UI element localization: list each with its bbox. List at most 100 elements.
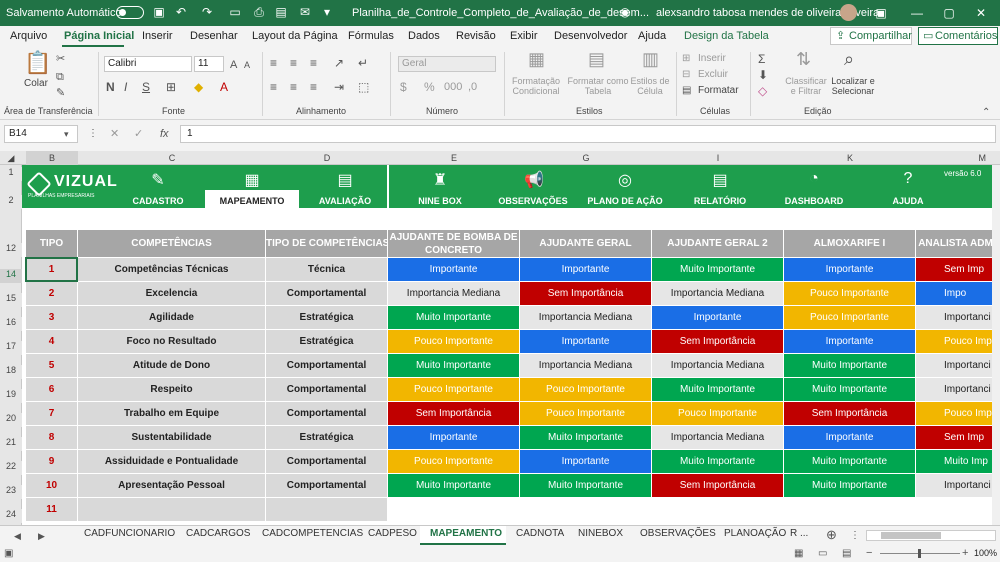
column-header-g[interactable]: G	[520, 151, 652, 165]
competency-cell[interactable]: Foco no Resultado	[78, 330, 266, 354]
column-header-d[interactable]: D	[266, 151, 388, 165]
collapse-ribbon-icon[interactable]: ⌃	[982, 106, 990, 120]
row-header-14[interactable]: 14	[0, 269, 22, 283]
zoom-slider-thumb[interactable]	[918, 549, 921, 558]
rating-cell[interactable]: Importante	[520, 258, 652, 282]
competency-type-cell[interactable]: Comportamental	[266, 354, 388, 378]
competency-cell[interactable]	[78, 498, 266, 522]
grow-font-icon[interactable]: A	[230, 58, 237, 72]
rating-cell[interactable]: Importancia Mediana	[520, 354, 652, 378]
rating-cell[interactable]: Sem Imp	[916, 426, 992, 450]
rating-cell[interactable]: Importante	[784, 330, 916, 354]
tipo-cell[interactable]: 9	[26, 450, 78, 474]
rating-cell[interactable]: Importante	[388, 426, 520, 450]
font-color-icon[interactable]: A	[220, 80, 228, 94]
copy-icon[interactable]: ⧉	[56, 70, 64, 84]
nav-plano-acao[interactable]: ◎ PLANO DE AÇÃO	[584, 165, 666, 208]
next-sheet-icon[interactable]: ▶	[38, 529, 45, 543]
rating-cell[interactable]: Importancia Mediana	[652, 282, 784, 306]
tipo-cell[interactable]: 3	[26, 306, 78, 330]
header-cell[interactable]: ALMOXARIFE I	[784, 230, 916, 258]
align-center-icon[interactable]: ≡	[290, 80, 297, 94]
sheet-tab-active[interactable]: MAPEAMENTO	[430, 528, 502, 539]
row-header-12[interactable]: 12	[0, 243, 22, 257]
nav-avaliacao[interactable]: ▤ AVALIAÇÃO	[305, 165, 385, 208]
insert-icon[interactable]: ⊞	[682, 52, 690, 66]
sheet-tab[interactable]: CADPESO	[368, 528, 417, 539]
scroll-thumb[interactable]	[881, 532, 941, 539]
competency-cell[interactable]: Agilidade	[78, 306, 266, 330]
rating-cell[interactable]	[916, 498, 992, 522]
tipo-cell[interactable]: 10	[26, 474, 78, 498]
sheet-tab[interactable]: NINEBOX	[578, 528, 623, 539]
delete-label[interactable]: Excluir	[698, 69, 728, 80]
rating-cell[interactable]	[652, 498, 784, 522]
fill-color-icon[interactable]: ◆	[194, 80, 203, 94]
autosave-toggle[interactable]	[116, 6, 144, 19]
menu-design-tabela[interactable]: Design da Tabela	[684, 30, 769, 42]
sheet-tab[interactable]: OBSERVAÇÕES	[640, 528, 716, 539]
rating-cell[interactable]: Sem Imp	[916, 258, 992, 282]
rating-cell[interactable]: Pouco Importante	[520, 378, 652, 402]
competency-type-cell[interactable]: Comportamental	[266, 450, 388, 474]
menu-desenhar[interactable]: Desenhar	[190, 30, 238, 42]
tipo-cell[interactable]: 2	[26, 282, 78, 306]
competency-type-cell[interactable]: Técnica	[266, 258, 388, 282]
competency-cell[interactable]: Assiduidade e Pontualidade	[78, 450, 266, 474]
rating-cell[interactable]: Sem Importância	[784, 402, 916, 426]
row-header-1[interactable]: 1	[0, 167, 22, 181]
cut-icon[interactable]: ✂	[56, 52, 65, 66]
conditional-format-label[interactable]: Formatação Condicional	[510, 76, 562, 96]
rating-cell[interactable]: Pouco Imp	[916, 402, 992, 426]
number-format-select[interactable]: Geral	[398, 56, 496, 72]
menu-desenvolvedor[interactable]: Desenvolvedor	[554, 30, 627, 42]
competency-cell[interactable]: Sustentabilidade	[78, 426, 266, 450]
rating-cell[interactable]: Importante	[388, 258, 520, 282]
rating-cell[interactable]: Importante	[520, 330, 652, 354]
tipo-cell[interactable]: 11	[26, 498, 78, 522]
rating-cell[interactable]: Muito Importante	[388, 354, 520, 378]
competency-cell[interactable]: Apresentação Pessoal	[78, 474, 266, 498]
nav-observacoes[interactable]: 📢 OBSERVAÇÕES	[492, 165, 574, 208]
column-header-b[interactable]: B	[26, 151, 78, 165]
add-sheet-icon[interactable]: ⊕	[826, 528, 837, 542]
competency-cell[interactable]: Respeito	[78, 378, 266, 402]
decimal-icon[interactable]: ,0	[468, 80, 477, 94]
rating-cell[interactable]: Muito Importante	[520, 426, 652, 450]
competency-type-cell[interactable]: Comportamental	[266, 282, 388, 306]
sheet-tab[interactable]: CADCARGOS	[186, 528, 250, 539]
conditional-format-icon[interactable]: ▦	[528, 50, 545, 68]
header-cell[interactable]: AJUDANTE GERAL 2	[652, 230, 784, 258]
ribbon-display-icon[interactable]: ▣	[866, 3, 896, 23]
column-header-k[interactable]: K	[784, 151, 916, 165]
sort-filter-label[interactable]: Classificar e Filtrar	[784, 76, 828, 96]
competency-cell[interactable]: Excelencia	[78, 282, 266, 306]
column-header-e[interactable]: E	[388, 151, 520, 165]
menu-dados[interactable]: Dados	[408, 30, 440, 42]
rating-cell[interactable]: Pouco Importante	[520, 402, 652, 426]
undo-icon[interactable]: ↶	[174, 5, 188, 19]
rating-cell[interactable]: Muito Importante	[784, 354, 916, 378]
sheet-tab[interactable]: CADNOTA	[516, 528, 564, 539]
align-left-icon[interactable]: ≡	[270, 80, 277, 94]
horizontal-scrollbar[interactable]	[866, 530, 996, 541]
nav-dashboard[interactable]: ◔ DASHBOARD	[774, 165, 854, 208]
wrap-text-icon[interactable]: ↵	[358, 56, 368, 70]
redo-icon[interactable]: ↷	[200, 5, 214, 19]
nav-relatorio[interactable]: ▤ RELATÓRIO	[680, 165, 760, 208]
more-icon[interactable]: ▾	[320, 5, 334, 19]
rating-cell[interactable]: Muito Importante	[784, 474, 916, 498]
sheet-tab[interactable]: CADCOMPETENCIAS	[262, 528, 363, 539]
nav-cadastro[interactable]: ✎ CADASTRO	[118, 165, 198, 208]
menu-ajuda[interactable]: Ajuda	[638, 30, 666, 42]
font-size-select[interactable]: 11	[194, 56, 224, 72]
select-all-corner[interactable]: ◢	[0, 151, 22, 165]
function-icon[interactable]: fx	[160, 127, 169, 141]
thousands-icon[interactable]: 000	[444, 80, 462, 94]
page-layout-icon[interactable]: ▭	[818, 547, 827, 561]
close-icon[interactable]: ✕	[966, 3, 996, 23]
rating-cell[interactable]: Pouco Importante	[388, 330, 520, 354]
rating-cell[interactable]: Muito Importante	[388, 474, 520, 498]
cell-styles-icon[interactable]: ▥	[642, 50, 659, 68]
lightbulb-icon[interactable]: ◉	[618, 5, 632, 19]
